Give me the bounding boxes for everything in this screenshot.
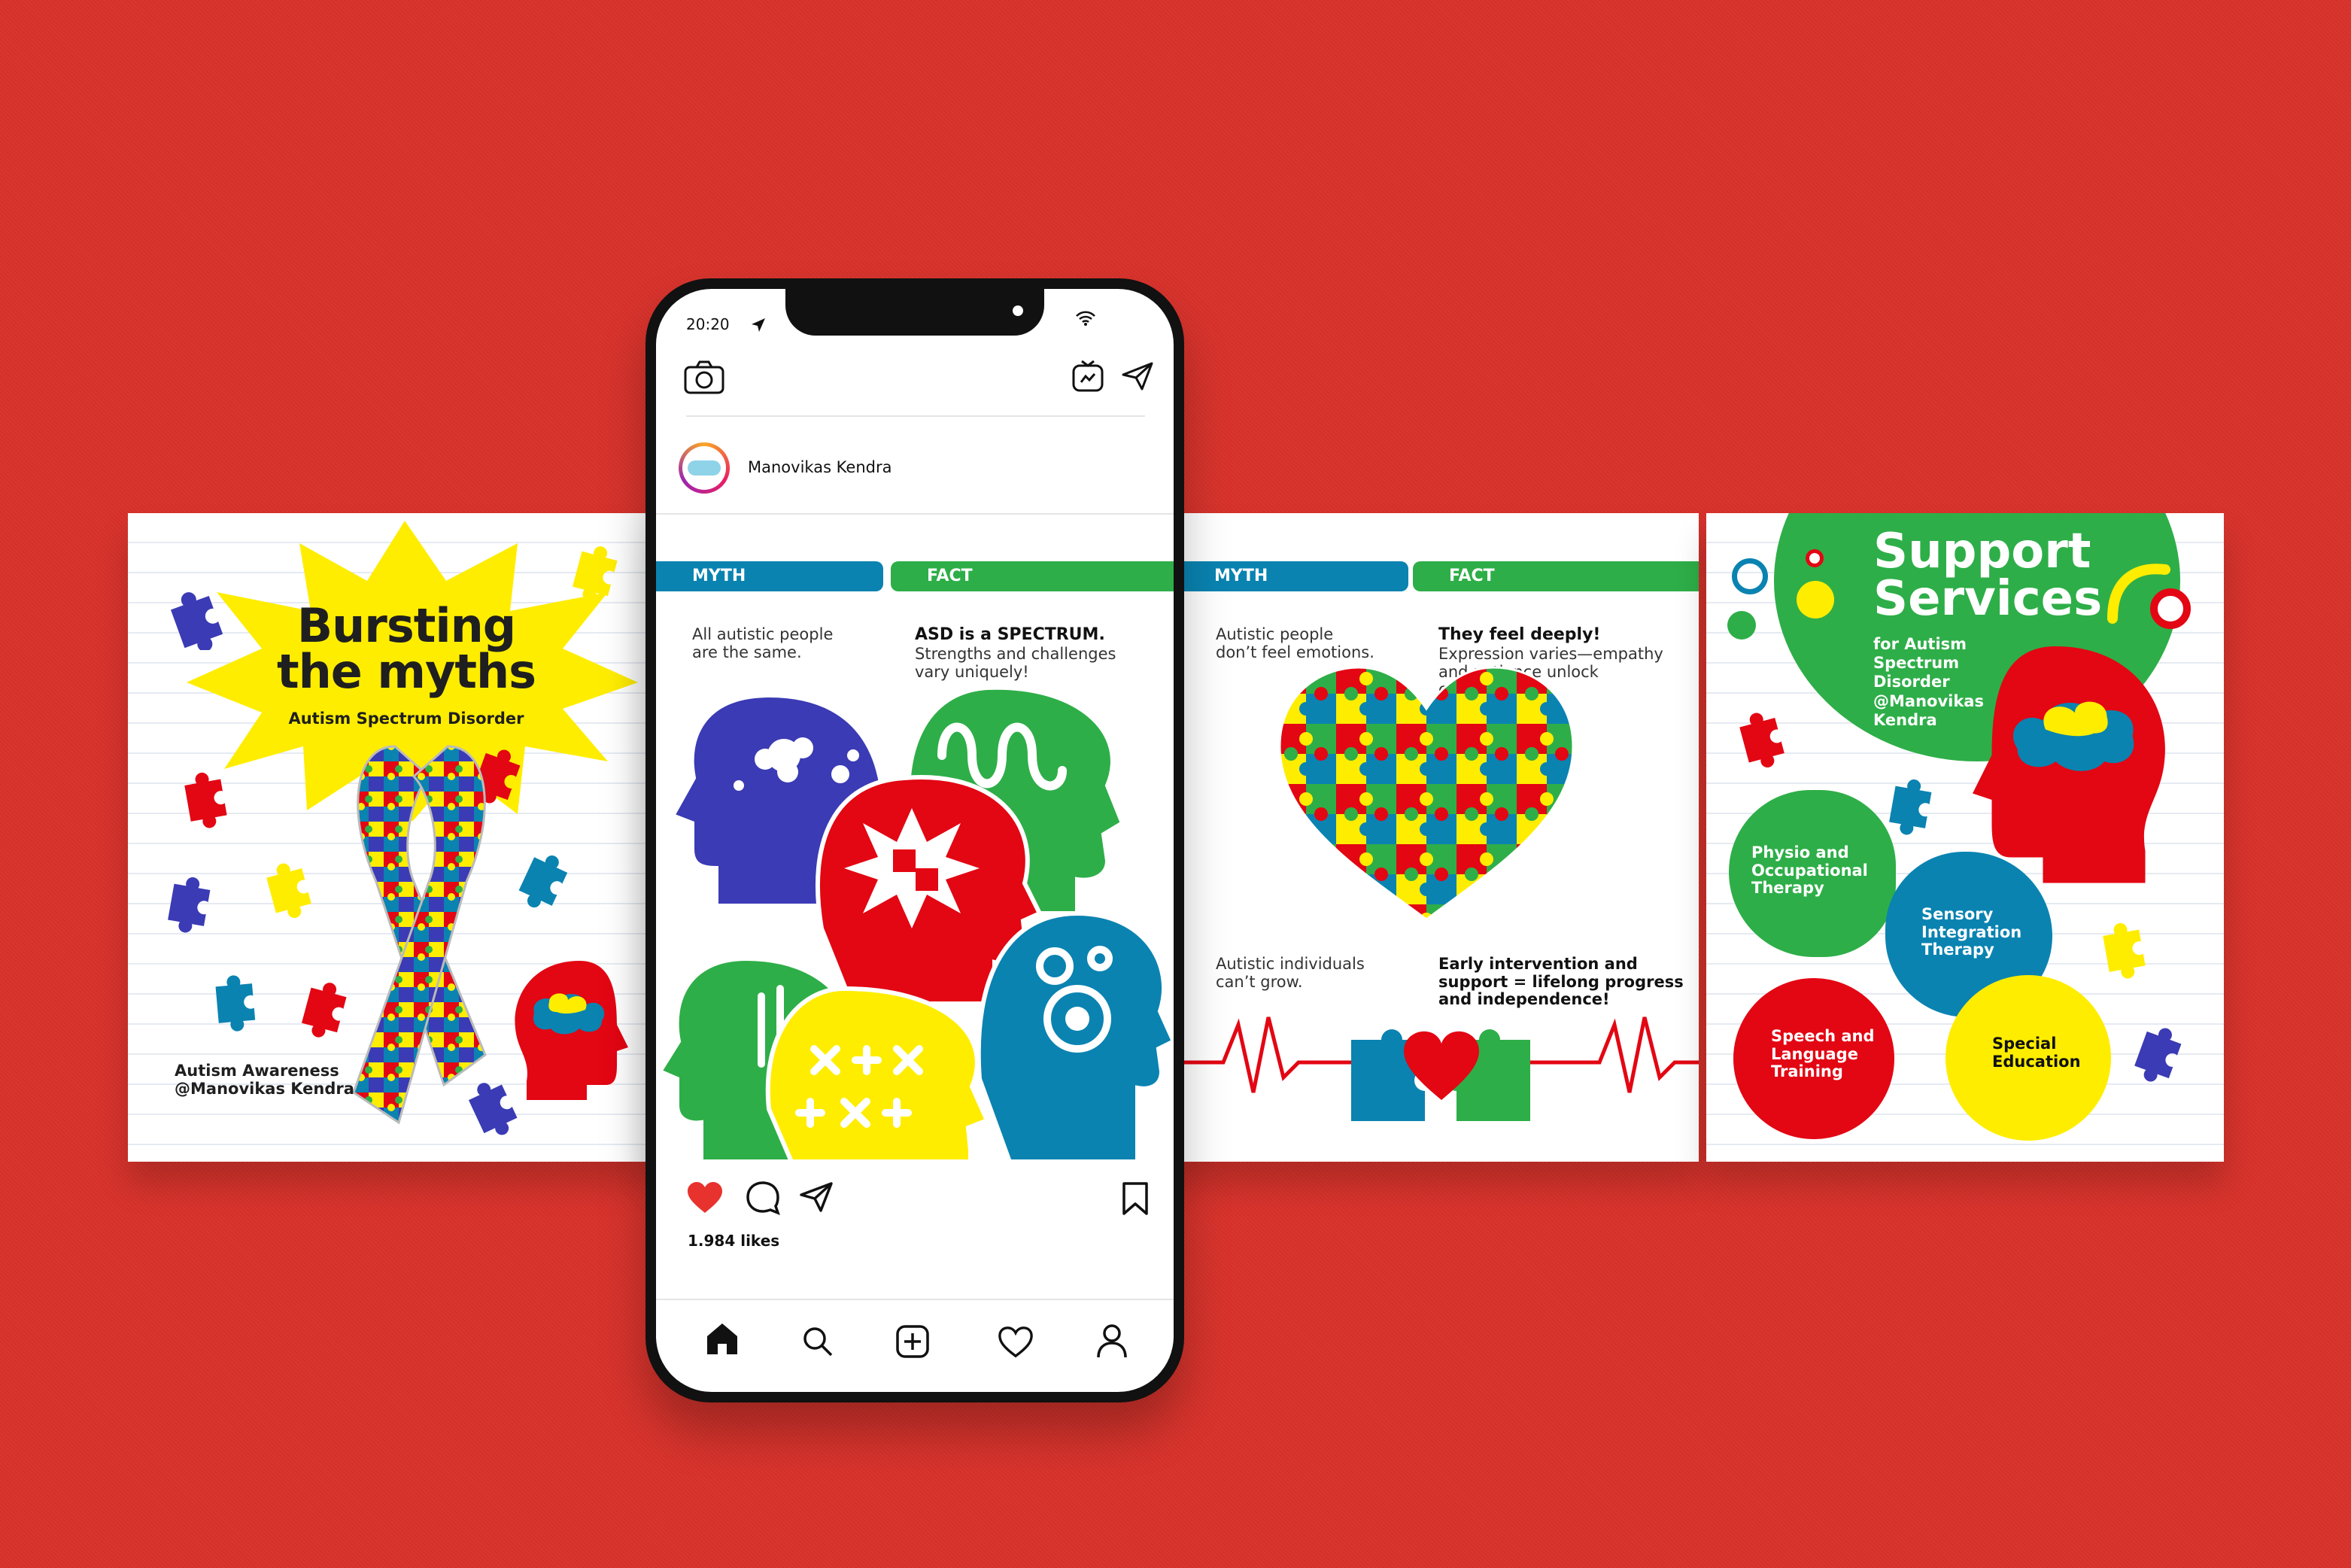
add-post-icon[interactable]	[895, 1324, 930, 1359]
card1-subtitle: Autism Spectrum Disorder	[288, 710, 524, 728]
phone-mockup: 20:20 Manovikas Kendra MYTH FACT All aut…	[645, 278, 1184, 1402]
header-divider	[686, 415, 1145, 417]
avatar[interactable]	[679, 442, 730, 494]
camera-dot	[1013, 305, 1023, 316]
service-label: Sensory Integration Therapy	[1921, 905, 2022, 959]
service-bubble[interactable]: Speech and Language Training	[1733, 978, 1894, 1139]
service-bubble[interactable]: Physio and Occupational Therapy	[1729, 790, 1896, 957]
post-myth-text: All autistic people are the same.	[692, 625, 834, 661]
myth-text-1: Autistic people don’t feel emotions.	[1216, 625, 1374, 661]
puzzle-piece-icon	[1739, 713, 1785, 767]
card1-title: Bursting the myths	[276, 598, 536, 699]
puzzle-piece-icon	[266, 863, 311, 918]
puzzle-piece-icon	[1889, 779, 1932, 835]
search-icon[interactable]	[802, 1326, 834, 1357]
card-support-services: Support Services for Autism Spectrum Dis…	[1706, 513, 2224, 1162]
comment-icon[interactable]	[745, 1180, 781, 1216]
puzzle-piece-icon	[2103, 922, 2146, 979]
footer-divider	[656, 1299, 1174, 1300]
deco-dot	[1797, 581, 1834, 618]
profile-name[interactable]: Manovikas Kendra	[748, 458, 891, 477]
puzzle-piece-icon	[215, 975, 256, 1032]
puzzle-piece-icon	[170, 592, 223, 650]
puzzle-piece-icon	[184, 772, 227, 828]
myth-header: MYTH	[656, 561, 883, 591]
service-label: Special Education	[1992, 1035, 2081, 1071]
card4-title: Support Services	[1873, 524, 2103, 627]
fact-text-2: Early intervention and support = lifelon…	[1438, 955, 1684, 1009]
deco-arc	[2107, 564, 2170, 624]
myth-text-2: Autistic individuals can’t grow.	[1216, 955, 1365, 991]
deco-dot	[1727, 611, 1756, 640]
send-icon[interactable]	[1121, 361, 1154, 391]
service-bubble[interactable]: Special Education	[1945, 975, 2111, 1141]
myth-header: MYTH	[1178, 561, 1408, 591]
home-icon[interactable]	[704, 1321, 740, 1356]
fact-header: FACT	[1413, 561, 1699, 591]
puzzle-piece-icon	[518, 855, 568, 908]
wifi-icon	[1076, 311, 1095, 326]
puzzle-piece-icon	[573, 546, 618, 601]
share-icon[interactable]	[799, 1181, 834, 1213]
status-time: 20:20	[686, 315, 730, 333]
service-label: Speech and Language Training	[1771, 1027, 1875, 1081]
head-brain-icon	[515, 961, 628, 1100]
bookmark-icon[interactable]	[1121, 1181, 1150, 1216]
card-bursting-myths: Bursting the myths Autism Spectrum Disor…	[128, 513, 647, 1162]
deco-ring	[1806, 549, 1824, 567]
post-fact-text: Strengths and challenges vary uniquely!	[915, 645, 1116, 681]
deco-ring	[1732, 558, 1768, 594]
location-arrow-icon	[752, 318, 765, 332]
post-image: MYTH FACT All autistic people are the sa…	[656, 513, 1174, 1162]
puzzle-hug-icon	[1351, 1029, 1530, 1121]
heart-icon[interactable]	[686, 1181, 724, 1214]
post-fact-title: ASD is a SPECTRUM.	[915, 625, 1105, 644]
card-emotions-growth: MYTH FACT Autistic people don’t feel emo…	[1178, 513, 1699, 1162]
spectrum-heads-illustration	[656, 688, 1174, 1162]
igtv-icon[interactable]	[1071, 360, 1104, 393]
head-brain-icon	[1973, 646, 2165, 883]
fact-title-1: They feel deeply!	[1438, 625, 1601, 644]
activity-heart-icon[interactable]	[998, 1326, 1034, 1359]
service-label: Physio and Occupational Therapy	[1751, 843, 1868, 898]
puzzle-piece-icon	[2134, 1028, 2182, 1082]
phone-notch	[785, 289, 1044, 336]
fact-header: FACT	[891, 561, 1174, 591]
likes-count[interactable]: 1.984 likes	[688, 1232, 779, 1250]
puzzle-heart-icon	[1278, 666, 1575, 921]
card1-footer: Autism Awareness @Manovikas Kendra	[175, 1062, 354, 1098]
camera-icon[interactable]	[683, 360, 725, 396]
profile-icon[interactable]	[1095, 1323, 1128, 1359]
instagram-screen: 20:20 Manovikas Kendra MYTH FACT All aut…	[656, 289, 1174, 1392]
puzzle-piece-icon	[168, 877, 211, 933]
